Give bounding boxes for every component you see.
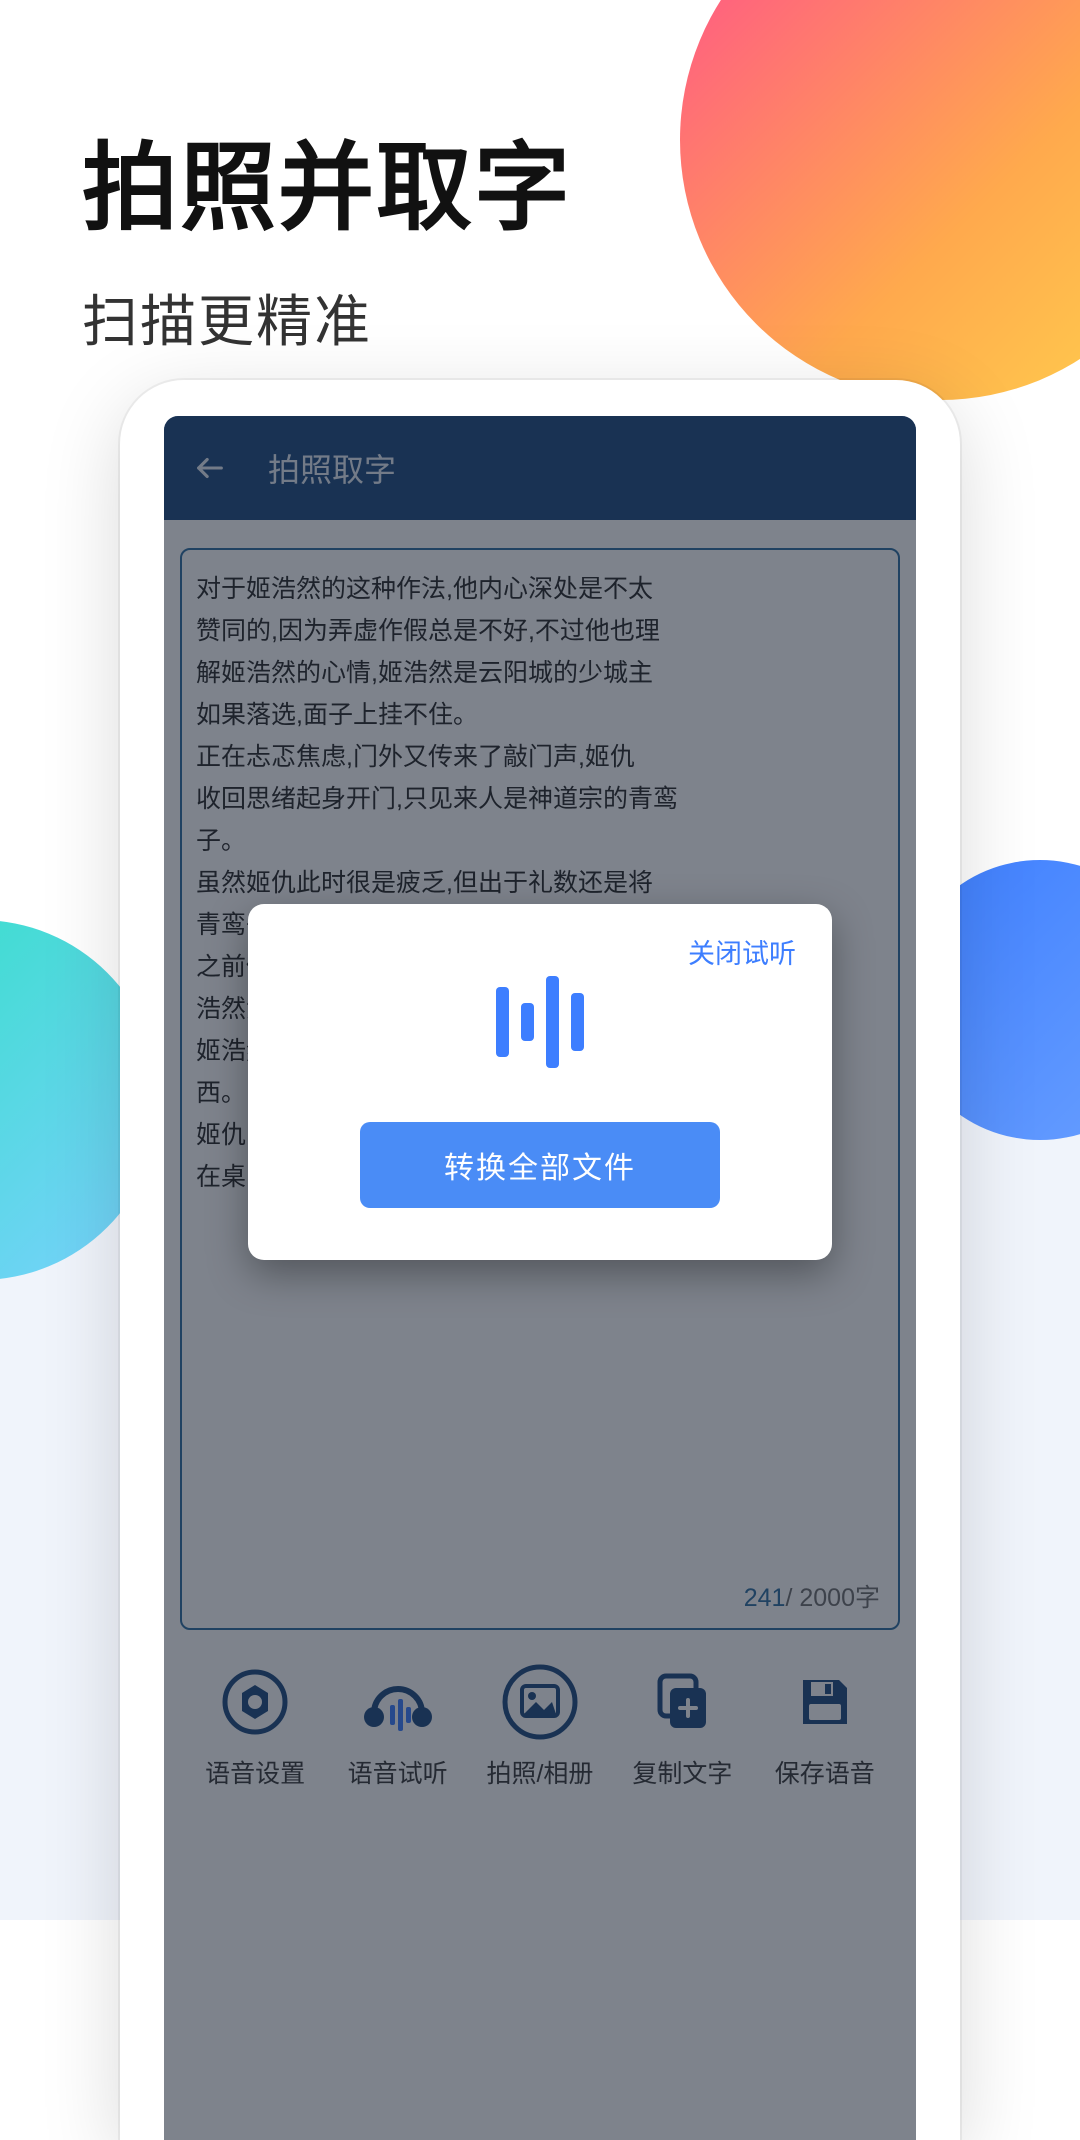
app-screen: 拍照取字 对于姬浩然的这种作法,他内心深处是不太 赞同的,因为弄虚作假总是不好,… (164, 416, 916, 2140)
audio-wave-icon (278, 952, 802, 1092)
convert-all-button[interactable]: 转换全部文件 (360, 1122, 720, 1208)
device-frame: 拍照取字 对于姬浩然的这种作法,他内心深处是不太 赞同的,因为弄虚作假总是不好,… (120, 380, 960, 2140)
hero-subtitle: 扫描更精准 (82, 277, 572, 358)
decor-circle-top (680, 0, 1080, 400)
audio-preview-modal: 关闭试听 转换全部文件 (248, 904, 832, 1260)
hero-title: 拍照并取字 (82, 110, 572, 249)
hero: 拍照并取字 扫描更精准 (82, 110, 572, 358)
modal-overlay[interactable] (164, 416, 916, 2140)
close-preview-link[interactable]: 关闭试听 (688, 932, 796, 971)
